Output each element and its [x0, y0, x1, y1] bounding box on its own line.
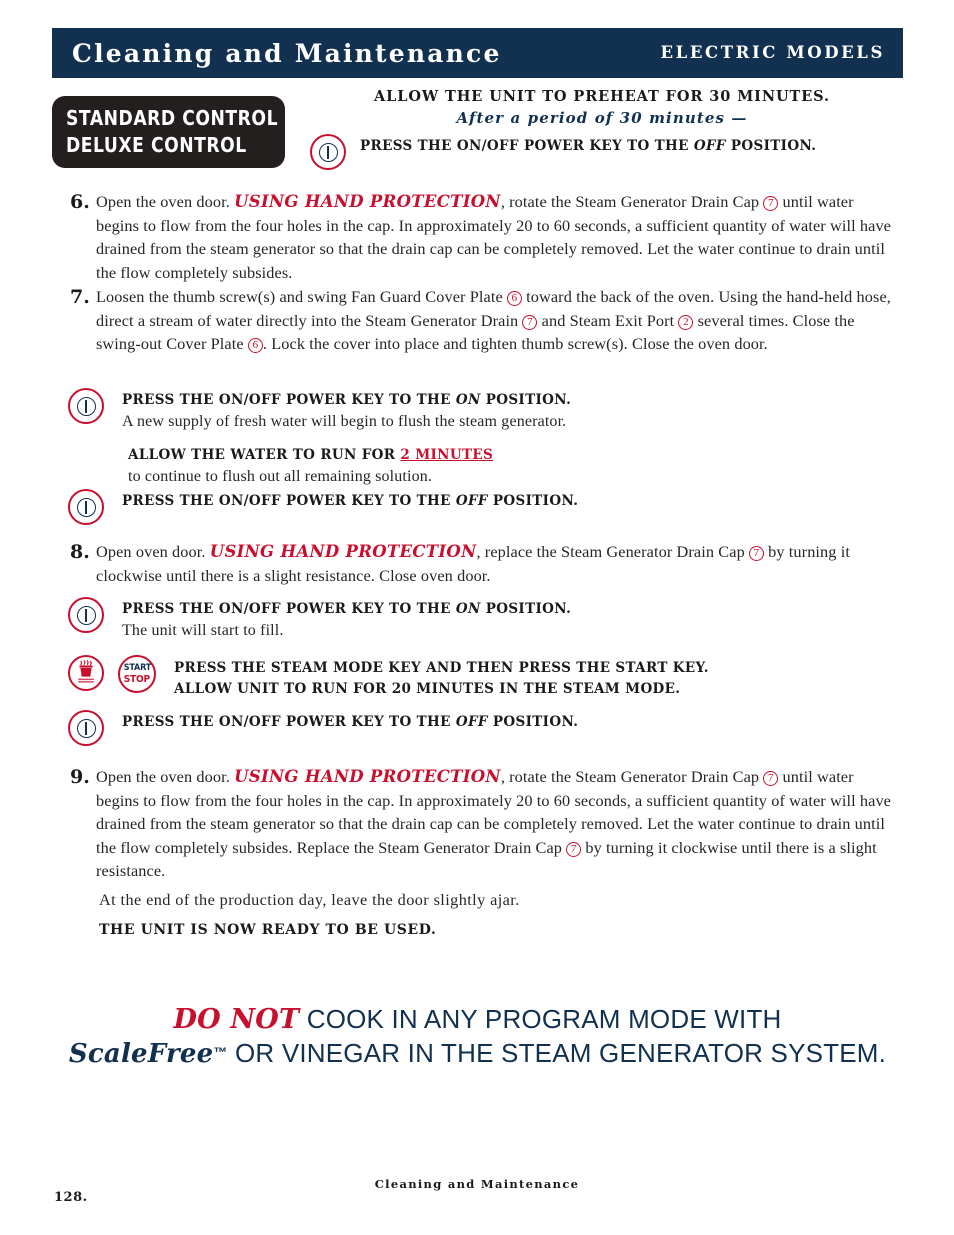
power-on-instruction-fill: PRESS THE ON/OFF POWER KEY TO THE ON POS… [122, 601, 572, 617]
hand-protection-warning: USING HAND PROTECTION [209, 542, 477, 561]
step-9-number: 9. [70, 766, 90, 788]
ref-circle-6: 6 [506, 291, 522, 306]
ref-circle-7: 7 [763, 771, 779, 786]
power-on-off-icon [68, 710, 104, 746]
footer-page-number: 128. [54, 1190, 88, 1205]
key-row-icons: START STOP [68, 655, 156, 693]
header-models-label: ELECTRIC MODELS [660, 42, 885, 62]
control-type-badge: STANDARD CONTROL DELUXE CONTROL [52, 96, 285, 168]
trademark-symbol: ™ [213, 1044, 228, 1060]
step-6: 6. Open the oven door. USING HAND PROTEC… [70, 190, 892, 284]
step-8-number: 8. [70, 541, 90, 563]
closing-production-day-note: At the end of the production day, leave … [99, 890, 520, 909]
power-off-instruction-1: PRESS THE ON/OFF POWER KEY TO THE OFF PO… [122, 493, 579, 509]
page-title: Cleaning and Maintenance [72, 38, 502, 68]
step-9-body: Open the oven door. USING HAND PROTECTIO… [96, 767, 892, 880]
key-row-text: PRESS THE ON/OFF POWER KEY TO THE ON POS… [122, 597, 571, 641]
key-row-power-on-fill: PRESS THE ON/OFF POWER KEY TO THE ON POS… [68, 597, 571, 641]
two-minutes-highlight: 2 MINUTES [400, 447, 494, 463]
ref-circle-7: 7 [522, 314, 538, 330]
step-7-number: 7. [70, 286, 90, 308]
power-on-fill-note: The unit will start to fill. [122, 622, 284, 639]
warning-block: DO NOT COOK IN ANY PROGRAM MODE WITH Sca… [52, 1003, 903, 1071]
key-row-text: ALLOW THE WATER TO RUN FOR 2 MINUTES to … [128, 443, 493, 487]
power-on-off-icon [68, 597, 104, 633]
ref-circle-7: 7 [566, 841, 582, 857]
ref-circle-6: 6 [247, 338, 263, 353]
hand-protection-warning: USING HAND PROTECTION [234, 192, 501, 211]
key-row-power-off-2: PRESS THE ON/OFF POWER KEY TO THE OFF PO… [68, 710, 578, 746]
preheat-instruction-block: ALLOW THE UNIT TO PREHEAT FOR 30 MINUTES… [300, 88, 904, 127]
preheat-after-period-line: After a period of 30 minutes — [456, 109, 748, 127]
start-stop-icon: START STOP [118, 655, 156, 693]
two-minutes-note: to continue to flush out all remaining s… [128, 468, 433, 485]
footer-section-label: Cleaning and Maintenance [374, 1177, 580, 1191]
stop-label: STOP [123, 673, 151, 685]
power-on-instruction: PRESS THE ON/OFF POWER KEY TO THE ON POS… [122, 392, 572, 408]
key-row-power-off-1: PRESS THE ON/OFF POWER KEY TO THE OFF PO… [68, 489, 578, 525]
key-row-text: PRESS THE ON/OFF POWER KEY TO THE ON POS… [122, 388, 571, 432]
ref-circle-2: 2 [678, 314, 694, 330]
key-row-icons [310, 134, 346, 170]
step-7: 7. Loosen the thumb screw(s) and swing F… [70, 285, 892, 356]
do-not-emphasis: DO NOT [173, 1004, 300, 1035]
key-row-steam-mode: START STOP PRESS THE STEAM MODE KEY AND … [68, 655, 709, 700]
power-on-off-icon [68, 489, 104, 525]
steam-mode-instruction-line-2: ALLOW UNIT TO RUN FOR 20 MINUTES IN THE … [174, 681, 681, 697]
step-7-body: Loosen the thumb screw(s) and swing Fan … [96, 287, 891, 353]
steam-mode-icon [68, 655, 104, 691]
key-row-power-on-flush: PRESS THE ON/OFF POWER KEY TO THE ON POS… [68, 388, 571, 432]
step-9: 9. Open the oven door. USING HAND PROTEC… [70, 765, 892, 883]
key-row-text: PRESS THE STEAM MODE KEY AND THEN PRESS … [174, 655, 709, 700]
preheat-allow-line: ALLOW THE UNIT TO PREHEAT FOR 30 MINUTES… [374, 88, 830, 105]
ref-circle-7: 7 [748, 546, 764, 561]
key-row-icons [68, 388, 104, 424]
key-row-icons [68, 710, 104, 746]
key-row-text: PRESS THE ON/OFF POWER KEY TO THE OFF PO… [122, 710, 578, 733]
allow-water-run-instruction: ALLOW THE WATER TO RUN FOR 2 MINUTES [128, 447, 494, 463]
key-row-text: PRESS THE ON/OFF POWER KEY TO THE OFF PO… [360, 134, 816, 157]
power-on-off-icon [68, 388, 104, 424]
power-off-instruction-top: PRESS THE ON/OFF POWER KEY TO THE OFF PO… [360, 138, 817, 154]
key-row-two-minutes: ALLOW THE WATER TO RUN FOR 2 MINUTES to … [128, 443, 493, 487]
hand-protection-warning: USING HAND PROTECTION [234, 767, 501, 786]
step-6-number: 6. [70, 191, 90, 213]
key-row-power-off-top: PRESS THE ON/OFF POWER KEY TO THE OFF PO… [310, 134, 816, 170]
steam-mode-instruction-line-1: PRESS THE STEAM MODE KEY AND THEN PRESS … [174, 660, 709, 676]
start-label: START [123, 663, 151, 673]
warning-line-1: DO NOT COOK IN ANY PROGRAM MODE WITH [173, 1004, 782, 1035]
step-8-body: Open oven door. USING HAND PROTECTION, r… [96, 542, 850, 585]
power-on-flush-note: A new supply of fresh water will begin t… [122, 413, 567, 430]
badge-line-standard-control: STANDARD CONTROL [66, 106, 279, 130]
key-row-text: PRESS THE ON/OFF POWER KEY TO THE OFF PO… [122, 489, 578, 512]
key-row-icons [68, 489, 104, 525]
badge-line-deluxe-control: DELUXE CONTROL [66, 133, 247, 157]
page-header-band: Cleaning and Maintenance ELECTRIC MODELS [52, 28, 903, 78]
power-on-off-icon [310, 134, 346, 170]
closing-unit-ready-note: THE UNIT IS NOW READY TO BE USED. [99, 922, 437, 938]
ref-circle-7: 7 [763, 196, 779, 211]
key-row-icons [68, 597, 104, 633]
step-6-body: Open the oven door. USING HAND PROTECTIO… [96, 192, 892, 282]
step-8: 8. Open oven door. USING HAND PROTECTION… [70, 540, 892, 587]
power-off-instruction-2: PRESS THE ON/OFF POWER KEY TO THE OFF PO… [122, 714, 579, 730]
scalefree-brand: ScaleFree [68, 1039, 214, 1069]
warning-line-2: ScaleFree™ OR VINEGAR IN THE STEAM GENER… [68, 1038, 887, 1069]
